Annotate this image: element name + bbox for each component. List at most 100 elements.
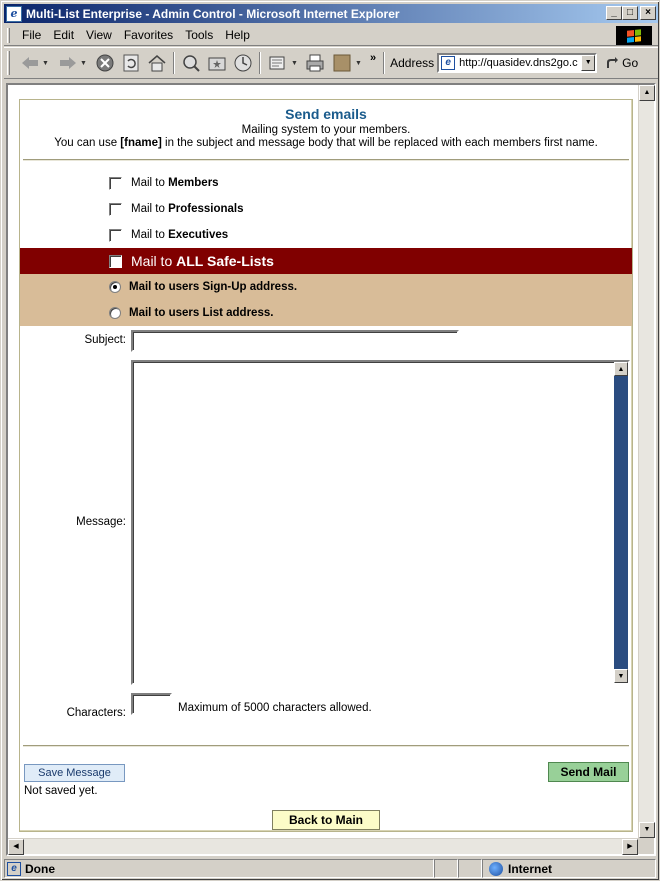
subject-label: Subject: (84, 334, 126, 346)
favorites-button[interactable] (204, 51, 230, 75)
message-scrollbar[interactable]: ▲ ▼ (614, 362, 628, 683)
page-scroll-down-button[interactable]: ▼ (639, 822, 655, 838)
scroll-up-button[interactable]: ▲ (614, 362, 628, 376)
edit-page-icon (333, 54, 351, 72)
status-text: Done (25, 861, 55, 876)
message-textarea[interactable]: ▲ ▼ (131, 360, 630, 685)
menu-help[interactable]: Help (219, 26, 256, 44)
refresh-button[interactable] (118, 51, 144, 75)
title-bar: e Multi-List Enterprise - Admin Control … (4, 4, 658, 23)
scrollbar-corner (638, 838, 654, 854)
forward-arrow-icon (60, 57, 77, 69)
signup-address-radio[interactable] (109, 281, 121, 293)
back-arrow-icon (22, 57, 39, 69)
all-safe-lists-label: Mail to ALL Safe-Lists (131, 253, 274, 269)
professionals-label: Mail to Professionals (131, 203, 244, 215)
all-safe-lists-checkbox[interactable] (109, 254, 122, 268)
windows-logo-icon (616, 26, 652, 45)
page-horizontal-scrollbar[interactable]: ◀ ▶ (8, 838, 638, 855)
toolbar-separator (259, 52, 261, 74)
option-professionals[interactable]: Mail to Professionals (20, 196, 632, 222)
professionals-checkbox[interactable] (109, 202, 122, 216)
list-address-radio[interactable] (109, 307, 121, 319)
stop-button[interactable] (92, 51, 118, 75)
refresh-icon (123, 54, 139, 72)
address-label: Address (390, 56, 435, 70)
page-scroll-right-button[interactable]: ▶ (622, 839, 638, 855)
header-divider (23, 159, 629, 161)
mail-button[interactable]: ▼ (264, 51, 302, 75)
address-input[interactable]: e http://quasidev.dns2go.c ▼ (437, 53, 598, 73)
menu-bar: File Edit View Favorites Tools Help (4, 25, 658, 46)
search-button[interactable] (178, 51, 204, 75)
status-text-cell: e Done (4, 859, 434, 878)
history-button[interactable] (230, 51, 256, 75)
history-icon (234, 54, 252, 72)
maximize-button[interactable]: □ (622, 6, 638, 20)
option-all-safe-lists[interactable]: Mail to ALL Safe-Lists (20, 248, 632, 274)
menu-file[interactable]: File (16, 26, 47, 44)
menu-tools[interactable]: Tools (179, 26, 219, 44)
close-button[interactable]: × (640, 6, 656, 20)
save-message-button[interactable]: Save Message (24, 764, 125, 782)
go-label: Go (622, 56, 639, 70)
save-status: Not saved yet. (24, 785, 98, 797)
window-title: Multi-List Enterprise - Admin Control - … (26, 6, 400, 21)
address-value: http://quasidev.dns2go.c (459, 57, 578, 69)
page-done-icon: e (7, 861, 21, 876)
send-mail-button[interactable]: Send Mail (548, 762, 629, 782)
address-dropdown-button[interactable]: ▼ (581, 55, 596, 71)
page-icon: e (441, 56, 456, 70)
menu-grip (7, 27, 10, 43)
toolbar-overflow[interactable]: » (370, 52, 376, 64)
stop-icon (96, 54, 114, 72)
menu-edit[interactable]: Edit (47, 26, 80, 44)
print-icon (306, 54, 324, 72)
internet-globe-icon (489, 861, 503, 876)
page-title: Send emails (285, 106, 367, 122)
executives-checkbox[interactable] (109, 228, 122, 242)
page-vertical-scrollbar[interactable]: ▲ ▼ (638, 85, 655, 838)
page-scroll-left-button[interactable]: ◀ (8, 839, 24, 855)
go-button[interactable]: Go (605, 56, 638, 70)
scroll-down-button[interactable]: ▼ (614, 669, 628, 683)
signup-address-label: Mail to users Sign-Up address. (129, 281, 298, 293)
edit-button[interactable]: ▼ (328, 51, 366, 75)
page-note: You can use [fname] in the subject and m… (20, 137, 632, 149)
note-suffix: in the subject and message body that wil… (161, 137, 598, 149)
subject-input[interactable] (131, 330, 459, 352)
menu-favorites[interactable]: Favorites (118, 26, 179, 44)
members-checkbox[interactable] (109, 176, 122, 190)
footer-divider (23, 745, 629, 747)
page-subtitle: Mailing system to your members. (241, 124, 411, 136)
back-to-main-button[interactable]: Back to Main (272, 810, 380, 830)
page-scroll-up-button[interactable]: ▲ (639, 85, 655, 101)
option-signup-address[interactable]: Mail to users Sign-Up address. (20, 274, 632, 300)
toolbar: ▼ ▼ ▼ ▼ » Address e http://quasidev.dns2… (4, 47, 658, 79)
menu-view[interactable]: View (80, 26, 118, 44)
back-button[interactable]: ▼ (16, 51, 54, 75)
toolbar-grip (7, 51, 10, 75)
minimize-button[interactable]: _ (606, 6, 622, 20)
toolbar-separator (173, 52, 175, 74)
panel-header: Send emails Mailing system to your membe… (20, 100, 632, 149)
print-button[interactable] (302, 51, 328, 75)
option-executives[interactable]: Mail to Executives (20, 222, 632, 248)
home-button[interactable] (144, 51, 170, 75)
send-email-panel: Send emails Mailing system to your membe… (19, 99, 633, 832)
toolbar-separator (383, 52, 386, 74)
status-lock-cell (458, 859, 482, 878)
option-members[interactable]: Mail to Members (20, 170, 632, 196)
note-prefix: You can use (54, 137, 121, 149)
status-zone: Internet (508, 861, 553, 876)
home-icon (148, 55, 166, 72)
forward-button[interactable]: ▼ (54, 51, 92, 75)
characters-note: Maximum of 5000 characters allowed. (178, 702, 372, 714)
members-label: Mail to Members (131, 177, 219, 189)
favorites-icon (208, 57, 226, 71)
status-progress-cell (434, 859, 458, 878)
option-list-address[interactable]: Mail to users List address. (20, 300, 632, 326)
list-address-label: Mail to users List address. (129, 307, 274, 319)
browser-window: e Multi-List Enterprise - Admin Control … (0, 0, 660, 881)
status-bar: e Done Internet (4, 858, 658, 879)
